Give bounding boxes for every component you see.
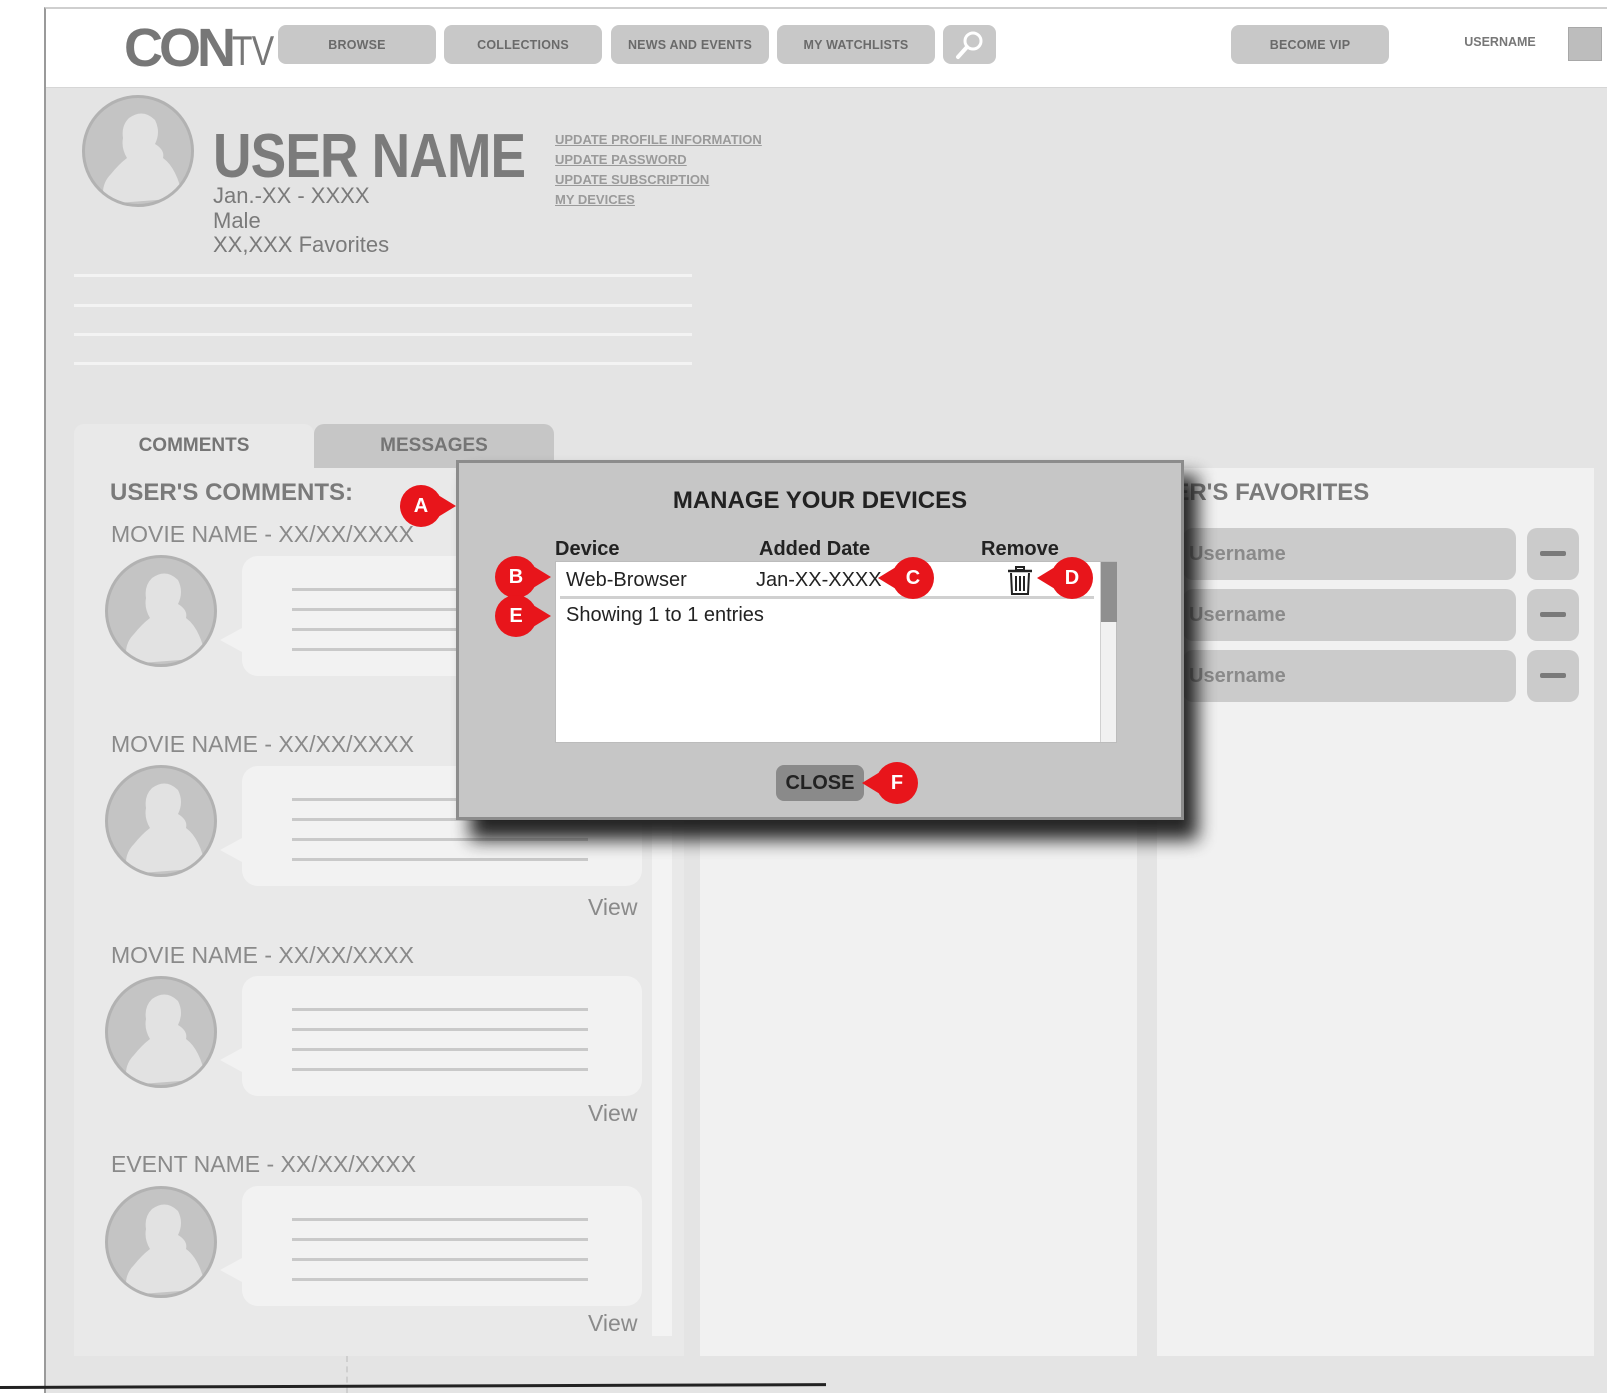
- commenter-avatar: [105, 1186, 217, 1298]
- search-button[interactable]: [943, 25, 996, 64]
- view-comment-link[interactable]: View: [588, 1310, 637, 1337]
- divider: [74, 333, 692, 336]
- divider: [74, 362, 692, 365]
- nav-collections-button[interactable]: COLLECTIONS: [444, 25, 602, 64]
- view-comment-link[interactable]: View: [588, 1100, 637, 1127]
- user-avatar-thumbnail[interactable]: [1568, 27, 1602, 61]
- remove-favorite-button[interactable]: [1527, 589, 1579, 641]
- remove-favorite-button[interactable]: [1527, 650, 1579, 702]
- favorite-user-row[interactable]: Username: [1183, 528, 1516, 580]
- logo-suffix: TV: [232, 27, 274, 74]
- tab-comments[interactable]: COMMENTS: [74, 424, 314, 468]
- logo-main: CON: [124, 18, 236, 78]
- commenter-avatar: [105, 765, 217, 877]
- callout-pin-b: B: [495, 556, 551, 598]
- remove-favorite-button[interactable]: [1527, 528, 1579, 580]
- callout-pin-c: C: [878, 557, 934, 599]
- comment-bubble: [220, 976, 642, 1096]
- manage-devices-modal: MANAGE YOUR DEVICES Device Added Date Re…: [456, 460, 1184, 820]
- nav-watchlists-button[interactable]: MY WATCHLISTS: [777, 25, 935, 64]
- callout-pin-f: F: [862, 762, 918, 804]
- nav-username[interactable]: USERNAME: [1450, 35, 1550, 49]
- profile-links: UPDATE PROFILE INFORMATION UPDATE PASSWO…: [555, 130, 762, 210]
- devices-table: Web-Browser Jan-XX-XXXX Showing 1 to 1 e…: [555, 561, 1117, 743]
- update-subscription-link[interactable]: UPDATE SUBSCRIPTION: [555, 170, 762, 190]
- callout-pin-d: D: [1037, 557, 1093, 599]
- close-button[interactable]: CLOSE: [776, 765, 864, 801]
- update-profile-link[interactable]: UPDATE PROFILE INFORMATION: [555, 130, 762, 150]
- device-name-cell: Web-Browser: [566, 569, 687, 591]
- callout-pin-e: E: [495, 595, 551, 637]
- my-devices-link[interactable]: MY DEVICES: [555, 190, 762, 210]
- comment-item-title: MOVIE NAME - XX/XX/XXXX: [111, 521, 414, 547]
- nav-browse-button[interactable]: BROWSE: [278, 25, 436, 64]
- comment-item-title: MOVIE NAME - XX/XX/XXXX: [111, 942, 414, 968]
- favorite-user-row[interactable]: Username: [1183, 650, 1516, 702]
- comments-section-title: USER'S COMMENTS:: [110, 479, 354, 506]
- become-vip-button[interactable]: BECOME VIP: [1231, 25, 1389, 64]
- commenter-avatar: [105, 555, 217, 667]
- nav-news-events-button[interactable]: NEWS AND EVENTS: [611, 25, 769, 64]
- callout-pin-a: A: [400, 485, 456, 527]
- divider: [74, 274, 692, 277]
- profile-date: Jan.-XX - XXXX: [213, 183, 370, 208]
- profile-favorites-count: XX,XXX Favorites: [213, 232, 390, 257]
- row-separator: [560, 596, 1094, 599]
- commenter-avatar: [105, 976, 217, 1088]
- scrollbar-thumb[interactable]: [1101, 562, 1117, 622]
- profile-avatar: [82, 95, 194, 207]
- profile-gender: Male: [213, 208, 261, 233]
- remove-column-header: Remove: [981, 538, 1059, 560]
- contv-logo[interactable]: CON TV: [124, 21, 284, 75]
- added-date-column-header: Added Date: [759, 538, 871, 560]
- entries-count-text: Showing 1 to 1 entries: [566, 604, 764, 626]
- added-date-cell: Jan-XX-XXXX: [756, 569, 882, 591]
- comment-item-title: EVENT NAME - XX/XX/XXXX: [111, 1151, 417, 1177]
- search-icon: [956, 31, 983, 59]
- comment-bubble: [220, 1186, 642, 1306]
- update-password-link[interactable]: UPDATE PASSWORD: [555, 150, 762, 170]
- view-comment-link[interactable]: View: [588, 894, 637, 921]
- top-navigation: CON TV BROWSE COLLECTIONS NEWS AND EVENT…: [46, 9, 1607, 88]
- devices-table-scrollbar[interactable]: [1100, 562, 1117, 742]
- favorite-user-row[interactable]: Username: [1183, 589, 1516, 641]
- comment-item-title: MOVIE NAME - XX/XX/XXXX: [111, 731, 414, 757]
- profile-user-name: USER NAME: [213, 122, 526, 191]
- divider: [74, 304, 692, 307]
- modal-title: MANAGE YOUR DEVICES: [672, 487, 968, 514]
- device-column-header: Device: [555, 538, 620, 560]
